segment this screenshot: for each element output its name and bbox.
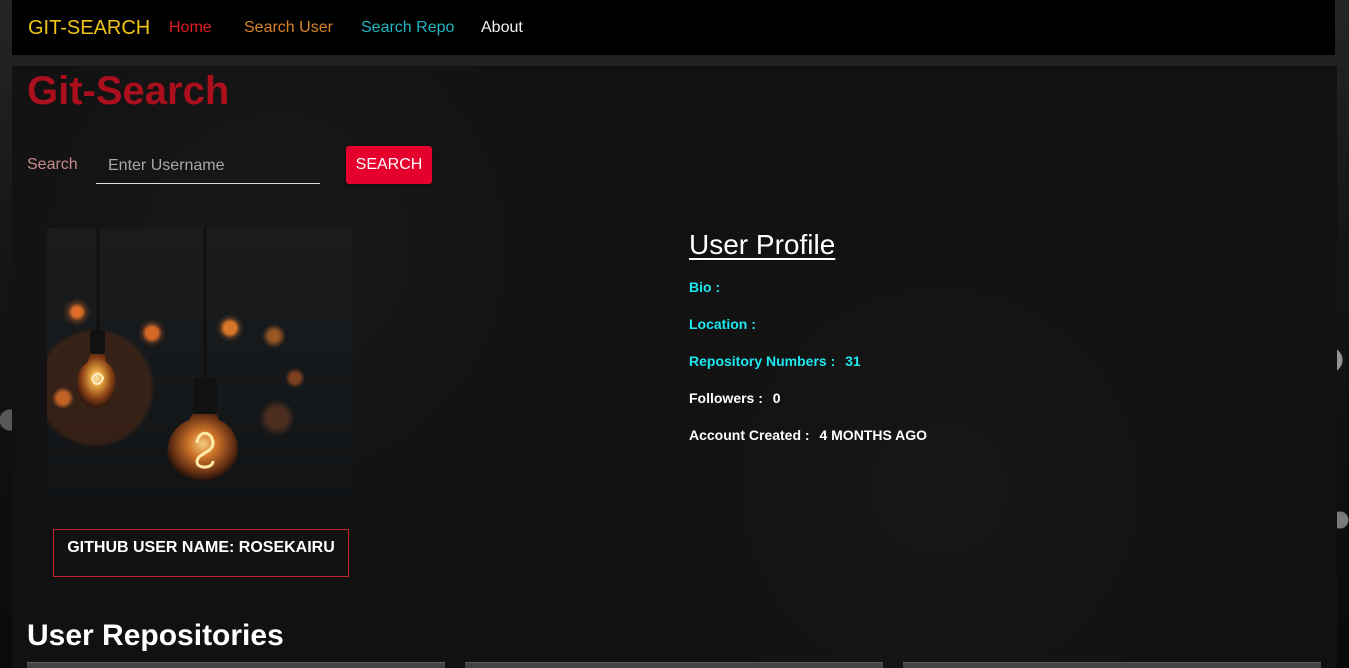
github-username-card: GITHUB USER NAME: ROSEKAIRU <box>53 529 349 577</box>
top-navbar: GIT-SEARCH Home Search User Search Repo … <box>12 0 1335 55</box>
left-bulb-icon <box>76 228 117 408</box>
page-title: Git-Search <box>27 69 230 113</box>
profile-row-location: Location : <box>689 315 766 333</box>
username-search-input[interactable] <box>96 148 320 184</box>
profile-row-repository-numbers: Repository Numbers : 31 <box>689 352 861 370</box>
github-username-text: GITHUB USER NAME: ROSEKAIRU <box>67 539 335 556</box>
profile-row-account-created: Account Created : 4 MONTHS AGO <box>689 426 927 444</box>
user-profile-title: User Profile <box>689 229 836 260</box>
repository-card-edge-2[interactable] <box>465 662 883 668</box>
nav-link-home[interactable]: Home <box>169 18 212 38</box>
light-bulb-photo-icon <box>76 228 238 481</box>
repository-numbers-value: 31 <box>845 353 861 369</box>
profile-row-bio: Bio : <box>689 278 730 296</box>
repository-card-edge-3[interactable] <box>903 662 1321 668</box>
search-button[interactable]: SEARCH <box>346 146 432 184</box>
repository-numbers-label: Repository Numbers : <box>689 353 836 369</box>
account-created-value: 4 MONTHS AGO <box>819 427 928 443</box>
profile-row-followers: Followers : 0 <box>689 389 781 407</box>
brand-logo-text[interactable]: GIT-SEARCH <box>28 16 150 40</box>
followers-label: Followers : <box>689 390 763 406</box>
account-created-label: Account Created : <box>689 427 810 443</box>
bio-label: Bio : <box>689 279 721 295</box>
followers-value: 0 <box>772 390 781 406</box>
nav-link-search-user[interactable]: Search User <box>244 18 333 38</box>
location-label: Location : <box>689 316 756 332</box>
nav-link-search-repo[interactable]: Search Repo <box>361 18 454 38</box>
user-avatar <box>47 228 353 523</box>
user-repositories-heading: User Repositories <box>27 619 284 652</box>
nav-link-about[interactable]: About <box>481 18 523 38</box>
right-bulb-icon <box>167 228 238 481</box>
repository-card-edge-1[interactable] <box>27 662 445 668</box>
main-content-panel: Git-Search Search SEARCH <box>12 66 1337 668</box>
search-label: Search <box>27 156 78 173</box>
